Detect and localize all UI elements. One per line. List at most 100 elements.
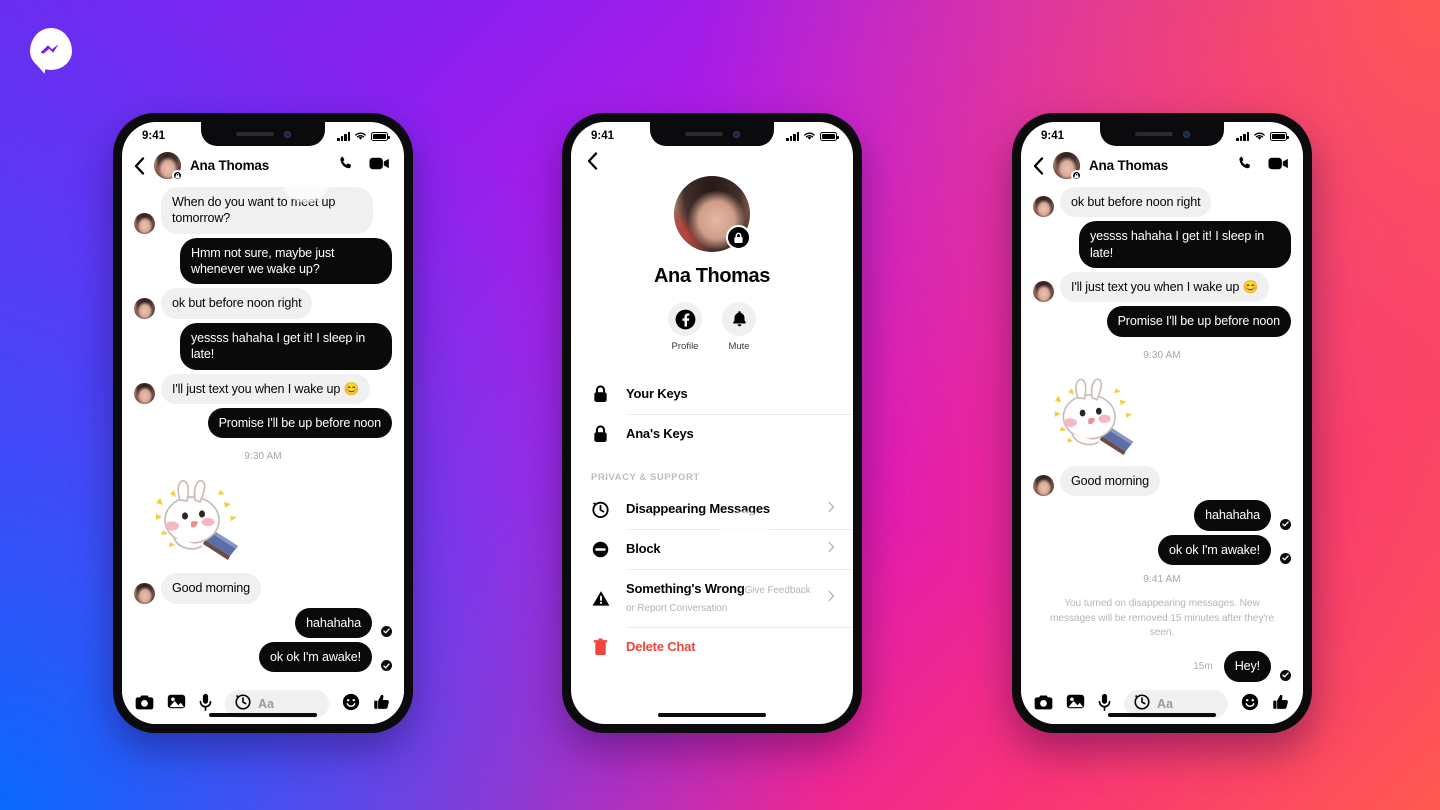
phone-1-chat: 9:41 Ana Thomas When do you want to meet… bbox=[113, 113, 413, 733]
wifi-icon bbox=[355, 132, 366, 140]
message-input[interactable]: Aa bbox=[1157, 697, 1173, 711]
contact-name[interactable]: Ana Thomas bbox=[190, 158, 328, 173]
message-bubble[interactable]: Hmm not sure, maybe just whenever we wak… bbox=[180, 237, 392, 285]
bunny-sticker[interactable] bbox=[1021, 367, 1303, 466]
contact-name[interactable]: Ana Thomas bbox=[1089, 158, 1227, 173]
message-composer[interactable]: Aa bbox=[1021, 682, 1303, 724]
quick-action-mute[interactable]: Mute bbox=[722, 302, 756, 352]
message-input[interactable]: Aa bbox=[258, 697, 274, 711]
home-indicator bbox=[209, 713, 317, 717]
profile-name: Ana Thomas bbox=[653, 265, 771, 287]
lock-icon bbox=[591, 385, 610, 403]
bell-icon[interactable] bbox=[722, 302, 756, 336]
contact-avatar-large[interactable] bbox=[674, 176, 751, 252]
thumbs-up-icon[interactable] bbox=[373, 693, 391, 716]
menu-row[interactable]: Your Keys bbox=[571, 374, 853, 414]
back-chevron-icon[interactable] bbox=[587, 152, 837, 170]
facebook-icon[interactable] bbox=[668, 302, 702, 336]
status-bar: 9:41 bbox=[122, 122, 404, 148]
menu-row-text: Your Keys bbox=[626, 385, 835, 403]
home-indicator bbox=[1108, 713, 1216, 717]
message-bubble[interactable]: yessss hahaha I get it! I sleep in late! bbox=[1079, 221, 1291, 269]
sender-avatar bbox=[134, 382, 155, 404]
message-thread[interactable]: ok but before noon right yessss hahaha I … bbox=[1021, 187, 1303, 367]
signal-bars-icon bbox=[1236, 132, 1249, 141]
read-receipt-icon bbox=[1280, 552, 1291, 564]
ephemeral-message-row[interactable]: 15m Hey! bbox=[1021, 651, 1303, 682]
emoji-smiley-icon[interactable] bbox=[1241, 693, 1259, 716]
message-bubble[interactable]: Promise I'll be up before noon bbox=[207, 407, 392, 439]
menu-row-text: Disappearing Messages bbox=[626, 500, 812, 518]
sender-avatar bbox=[134, 582, 155, 604]
message-row: yessss hahaha I get it! I sleep in late! bbox=[134, 322, 392, 370]
menu-row[interactable]: Ana's Keys bbox=[571, 414, 853, 454]
privacy-menu-group[interactable]: Disappearing Messages Block Something's Wr… bbox=[571, 489, 853, 667]
menu-row[interactable]: Something's WrongGive Feedback or Report… bbox=[571, 569, 853, 627]
message-bubble[interactable]: Promise I'll be up before noon bbox=[1106, 306, 1291, 337]
message-row: ok but before noon right bbox=[134, 288, 392, 319]
message-bubble[interactable]: Good morning bbox=[161, 573, 262, 604]
video-call-icon[interactable] bbox=[1268, 156, 1289, 176]
sender-avatar bbox=[1033, 196, 1054, 218]
message-bubble[interactable]: Hey! bbox=[1223, 651, 1271, 682]
menu-row-title: Ana's Keys bbox=[626, 426, 694, 441]
message-bubble[interactable]: ok ok I'm awake! bbox=[1158, 534, 1271, 565]
disappearing-timer-icon[interactable] bbox=[1134, 693, 1150, 715]
disappearing-timer-icon[interactable] bbox=[235, 693, 251, 715]
emoji-smiley-icon[interactable] bbox=[342, 693, 360, 716]
status-bar: 9:41 bbox=[571, 122, 853, 148]
message-thread-continued[interactable]: Good morning hahahaha ok ok I'm awake! bbox=[1021, 465, 1303, 565]
phone-2-profile: 9:41 Ana Thomas Profile Mute Your Keys A… bbox=[562, 113, 862, 733]
message-bubble[interactable]: yessss hahaha I get it! I sleep in late! bbox=[180, 322, 392, 370]
message-bubble[interactable]: hahahaha bbox=[1194, 500, 1271, 531]
gallery-icon[interactable] bbox=[167, 693, 186, 715]
wifi-icon bbox=[1254, 132, 1265, 140]
signal-bars-icon bbox=[786, 132, 799, 141]
menu-row-title: Block bbox=[626, 541, 661, 556]
message-row: Promise I'll be up before noon bbox=[134, 407, 392, 439]
status-time: 9:41 bbox=[1041, 130, 1065, 142]
read-receipt-icon bbox=[1280, 669, 1291, 681]
back-chevron-icon[interactable] bbox=[1033, 156, 1044, 175]
menu-row[interactable]: Disappearing Messages bbox=[571, 489, 853, 529]
message-thread-continued[interactable]: Good morning hahahaha ok ok I'm awake! bbox=[122, 573, 404, 673]
message-composer[interactable]: Aa bbox=[122, 682, 404, 724]
quick-action-profile[interactable]: Profile bbox=[668, 302, 702, 352]
trash-icon bbox=[591, 638, 610, 656]
message-row: hahahaha bbox=[134, 607, 392, 638]
message-bubble[interactable]: Good morning bbox=[1060, 465, 1161, 497]
message-bubble[interactable]: hahahaha bbox=[295, 607, 372, 638]
message-row: ok but before noon right bbox=[1033, 187, 1291, 218]
message-bubble[interactable]: I'll just text you when I wake up 😊 bbox=[1060, 272, 1270, 303]
keys-menu-group[interactable]: Your Keys Ana's Keys bbox=[571, 374, 853, 454]
message-bubble[interactable]: ok but before noon right bbox=[161, 288, 313, 319]
message-bubble[interactable]: ok ok I'm awake! bbox=[259, 641, 372, 673]
time-divider: 9:41 AM bbox=[1143, 573, 1181, 585]
block-icon bbox=[591, 541, 610, 558]
contact-avatar[interactable] bbox=[1053, 152, 1082, 181]
video-call-icon[interactable] bbox=[369, 156, 390, 176]
lock-badge-icon bbox=[172, 170, 183, 181]
message-bubble[interactable]: When do you want to meet up tomorrow? bbox=[161, 187, 373, 234]
lock-badge-icon bbox=[726, 225, 751, 250]
read-receipt-icon bbox=[381, 660, 392, 672]
camera-icon[interactable] bbox=[135, 694, 154, 715]
wifi-icon bbox=[804, 132, 815, 140]
camera-icon[interactable] bbox=[1034, 694, 1053, 715]
thumbs-up-icon[interactable] bbox=[1272, 693, 1290, 716]
gallery-icon[interactable] bbox=[1066, 693, 1085, 715]
battery-icon bbox=[1270, 132, 1289, 141]
menu-row-text: Ana's Keys bbox=[626, 425, 835, 443]
message-bubble[interactable]: I'll just text you when I wake up 😊 bbox=[161, 373, 371, 404]
phone-3-chat-ephemeral: 9:41 Ana Thomas ok but before noon right… bbox=[1012, 113, 1312, 733]
message-row: Promise I'll be up before noon bbox=[1033, 306, 1291, 337]
message-thread[interactable]: When do you want to meet up tomorrow? Hmm… bbox=[122, 187, 404, 468]
bunny-sticker[interactable] bbox=[122, 468, 404, 571]
contact-avatar[interactable] bbox=[154, 152, 183, 181]
phone-call-icon[interactable] bbox=[1236, 155, 1253, 177]
menu-row[interactable]: Block bbox=[571, 529, 853, 569]
back-chevron-icon[interactable] bbox=[134, 156, 145, 175]
phone-call-icon[interactable] bbox=[337, 155, 354, 177]
menu-row[interactable]: Delete Chat bbox=[571, 627, 853, 667]
message-bubble[interactable]: ok but before noon right bbox=[1060, 187, 1212, 218]
